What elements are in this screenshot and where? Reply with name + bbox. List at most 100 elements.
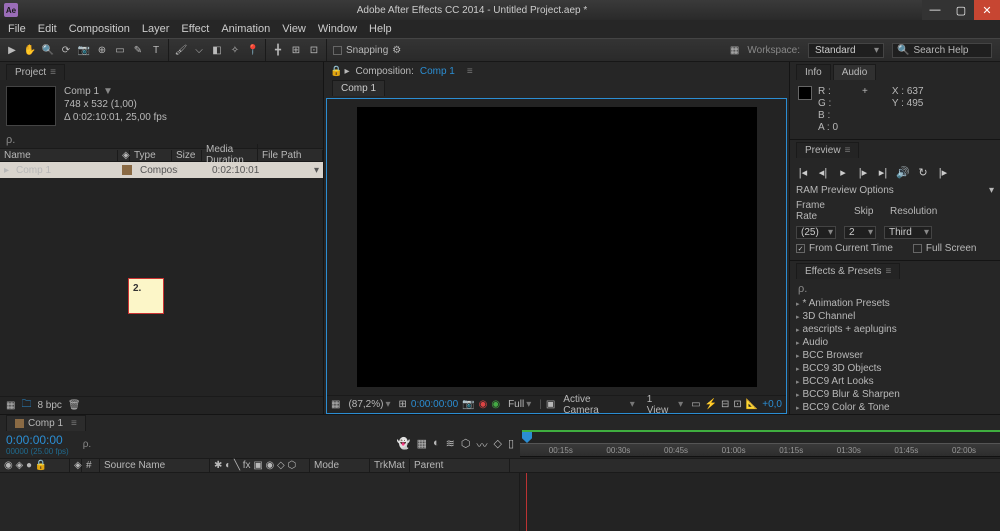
shy-icon[interactable]: 👻	[397, 437, 411, 453]
selection-tool-icon[interactable]: ▶	[4, 42, 20, 58]
col-file[interactable]: File Path	[258, 150, 323, 161]
framerate-dropdown[interactable]: (25)	[796, 226, 836, 239]
full-screen-checkbox[interactable]	[913, 244, 922, 253]
effects-item[interactable]: ▸3D Channel	[794, 310, 996, 323]
last-frame-button[interactable]: ▸|	[876, 166, 890, 179]
fast-preview-icon[interactable]: ⚡	[705, 399, 717, 410]
menu-edit[interactable]: Edit	[32, 21, 63, 37]
play-button[interactable]: ▸	[836, 166, 850, 179]
from-current-checkbox[interactable]: ✓	[796, 244, 805, 253]
chevron-down-icon[interactable]: ▼	[103, 86, 113, 97]
project-tab[interactable]: Project≡	[6, 64, 65, 80]
timeline-search[interactable]: ρ.	[83, 439, 91, 450]
menu-layer[interactable]: Layer	[136, 21, 176, 37]
interpret-footage-icon[interactable]: ▦	[6, 400, 15, 411]
channel-icon-2[interactable]: ◉	[491, 399, 500, 410]
workspace-dropdown[interactable]: Standard	[808, 43, 884, 58]
frame-blend-icon[interactable]: ◐	[433, 437, 440, 453]
pixel-aspect-icon[interactable]: ▭	[691, 399, 700, 410]
col-size[interactable]: Size	[172, 150, 202, 161]
resolution-icon[interactable]: ⊞	[399, 399, 407, 410]
panel-menu-icon[interactable]: ≡	[71, 418, 77, 429]
snapping-options-icon[interactable]: ⚙	[392, 45, 401, 56]
ram-preview-button[interactable]: |▸	[936, 166, 950, 179]
parent-header[interactable]: Parent	[410, 459, 510, 472]
effects-item[interactable]: ▸BCC9 Blur & Sharpen	[794, 388, 996, 401]
new-folder-icon[interactable]: 🗀	[21, 397, 31, 414]
mute-button[interactable]: 🔊	[896, 166, 910, 179]
project-search[interactable]: ρ.	[0, 132, 323, 148]
panel-menu-icon[interactable]: ≡	[845, 145, 851, 156]
view-axis-icon[interactable]: ⊡	[306, 42, 322, 58]
composition-canvas[interactable]	[357, 107, 757, 387]
draft3d-icon[interactable]: ▦	[417, 437, 427, 453]
source-name-header[interactable]: Source Name	[100, 459, 210, 472]
brainstorm-icon[interactable]: ⬡	[461, 437, 471, 453]
motion-blur-icon[interactable]: ≋	[446, 437, 455, 453]
composition-name[interactable]: Comp 1	[420, 66, 455, 77]
search-help-input[interactable]: 🔍 Search Help	[892, 43, 992, 58]
project-item-thumb[interactable]	[6, 86, 56, 126]
minimize-button[interactable]: —	[922, 0, 948, 20]
effects-item[interactable]: ▸aescripts + aeplugins	[794, 323, 996, 336]
auto-keyframe-icon[interactable]: ◇	[493, 437, 501, 453]
snapshot-icon[interactable]: 📷	[462, 399, 474, 410]
puppet-tool-icon[interactable]: 📍	[245, 42, 261, 58]
effects-item[interactable]: ▸BCC9 Color & Tone	[794, 401, 996, 414]
timeline-tab[interactable]: Comp 1≡	[6, 415, 86, 431]
world-axis-icon[interactable]: ⊞	[288, 42, 304, 58]
view-dropdown[interactable]: 1 View▾	[643, 393, 687, 417]
skip-dropdown[interactable]: 2	[844, 226, 876, 239]
shape-tool-icon[interactable]: ▭	[112, 42, 128, 58]
brush-tool-icon[interactable]: 🖌	[173, 42, 189, 58]
col-label[interactable]: ◈	[118, 150, 130, 161]
next-frame-button[interactable]: |▸	[856, 166, 870, 179]
pen-tool-icon[interactable]: ✎	[130, 42, 146, 58]
label-color-swatch[interactable]	[122, 165, 132, 175]
roi-icon[interactable]: ▣	[546, 399, 555, 410]
menu-help[interactable]: Help	[363, 21, 398, 37]
effects-item[interactable]: ▸BCC9 3D Objects	[794, 362, 996, 375]
roto-tool-icon[interactable]: ✧	[227, 42, 243, 58]
text-tool-icon[interactable]: T	[148, 42, 164, 58]
graph-editor-icon[interactable]: 〰	[476, 437, 487, 453]
preview-tab[interactable]: Preview≡	[796, 142, 859, 158]
effects-item[interactable]: ▸Audio	[794, 336, 996, 349]
timeline-track-area[interactable]	[520, 473, 1000, 531]
camera-dropdown[interactable]: Active Camera▾	[559, 393, 639, 417]
col-name[interactable]: Name	[0, 150, 118, 161]
timeline-layer-area[interactable]	[0, 473, 520, 531]
timeline-timecode[interactable]: 0:00:00:00	[6, 433, 69, 447]
bpc-button[interactable]: 8 bpc	[37, 400, 61, 411]
exposure-value[interactable]: +0,0	[762, 399, 782, 410]
flowchart-icon-2[interactable]: ⊡	[733, 399, 741, 410]
local-axis-icon[interactable]: ╋	[270, 42, 286, 58]
zoom-tool-icon[interactable]: 🔍	[40, 42, 56, 58]
composition-subtab[interactable]: Comp 1	[332, 80, 385, 96]
snapping-checkbox[interactable]	[333, 46, 342, 55]
first-frame-button[interactable]: |◂	[796, 166, 810, 179]
composition-viewer[interactable]: ▦ (87,2%)▾ ⊞ 0:00:00:00 📷 ◉ ◉ Full▾ | ▣ …	[326, 98, 787, 414]
channel-icon[interactable]: ◉	[479, 399, 488, 410]
effects-item[interactable]: ▸* Animation Presets	[794, 297, 996, 310]
close-button[interactable]: ✕	[974, 0, 1000, 20]
eraser-tool-icon[interactable]: ◧	[209, 42, 225, 58]
effects-item[interactable]: ▸BCC Browser	[794, 349, 996, 362]
ram-options-label[interactable]: RAM Preview Options	[796, 185, 894, 196]
stamp-tool-icon[interactable]: ⌵	[191, 42, 207, 58]
comp-marker-icon[interactable]: ▯	[508, 437, 514, 453]
project-row[interactable]: ▸ Comp 1 Composi... 0:02:10:01 ▾	[0, 162, 323, 178]
audio-tab[interactable]: Audio	[833, 64, 877, 80]
panel-menu-icon[interactable]: ≡	[467, 66, 473, 77]
grid-icon[interactable]: ▦	[331, 399, 340, 410]
trkmat-header[interactable]: TrkMat	[370, 459, 410, 472]
anchor-tool-icon[interactable]: ⊕	[94, 42, 110, 58]
menu-view[interactable]: View	[276, 21, 312, 37]
panel-menu-icon[interactable]: ≡	[50, 67, 56, 78]
resolution-dropdown[interactable]: Third	[884, 226, 932, 239]
flowchart-icon[interactable]: ▸	[344, 66, 349, 77]
timeline-icon[interactable]: ⊟	[721, 399, 729, 410]
ruler-icon[interactable]: 📐	[746, 399, 758, 410]
menu-window[interactable]: Window	[312, 21, 363, 37]
menu-effect[interactable]: Effect	[175, 21, 215, 37]
